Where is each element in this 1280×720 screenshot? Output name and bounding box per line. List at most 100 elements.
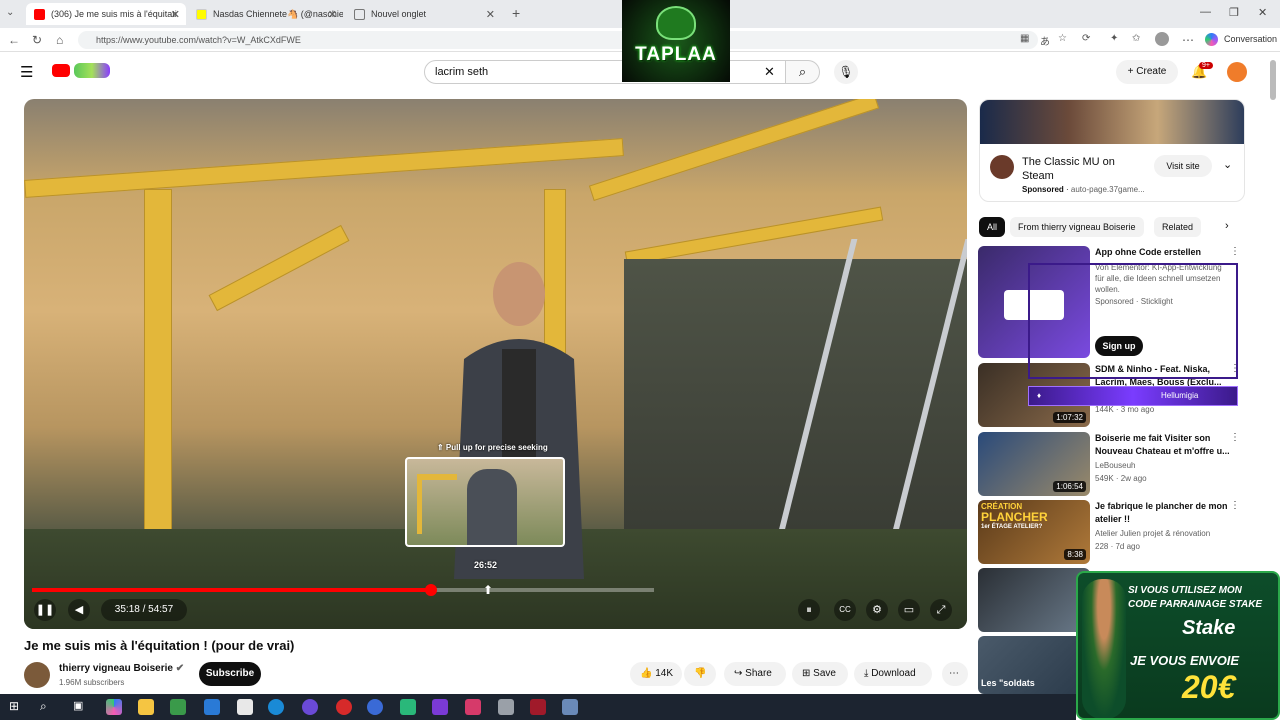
windows-start-icon[interactable]: ⊞ xyxy=(9,699,19,713)
task-view-icon[interactable]: ▣ xyxy=(73,699,83,712)
chip-from-channel[interactable]: From thierry vigneau Boiserie xyxy=(1010,217,1144,237)
chip-related[interactable]: Related xyxy=(1154,217,1202,237)
duration-badge: 8:38 xyxy=(1064,549,1086,560)
rec-title: Boiserie me fait Visiter son Nouveau Cha… xyxy=(1095,433,1230,456)
chevron-down-icon[interactable]: ⌄ xyxy=(1223,158,1232,171)
profile-icon[interactable] xyxy=(1155,32,1169,46)
roof-beam xyxy=(24,138,624,198)
seek-preview-thumbnail xyxy=(405,457,565,547)
doodle-logo-icon[interactable] xyxy=(74,63,110,78)
copilot-icon[interactable] xyxy=(1205,33,1218,46)
channel-name[interactable]: thierry vigneau Boiserie ✔ xyxy=(59,663,184,674)
save-button[interactable]: ⊞ Save xyxy=(792,662,848,686)
clear-search-icon[interactable]: ✕ xyxy=(764,64,775,80)
hamburger-menu-icon[interactable]: ☰ xyxy=(20,63,33,81)
search-input[interactable]: lacrim seth xyxy=(424,60,786,84)
download-button[interactable]: ⤓ Download xyxy=(854,662,932,686)
channel-avatar[interactable] xyxy=(24,662,50,688)
streamer-name-banner: ♦ Hellumigia xyxy=(1028,386,1238,406)
thumb-text: 1er ÉTAGE ATELIER? xyxy=(981,524,1043,530)
search-button[interactable]: ⌕ xyxy=(786,60,820,84)
more-actions-button[interactable]: ⋯ xyxy=(942,662,968,686)
autoplay-toggle[interactable]: ⏸ xyxy=(798,599,820,621)
favorite-star-icon[interactable]: ☆ xyxy=(1058,33,1067,44)
account-avatar[interactable] xyxy=(1227,62,1247,82)
theater-mode-button[interactable]: ▭ xyxy=(898,599,920,621)
share-button[interactable]: ↪ Share xyxy=(724,662,786,686)
time-display: 35:18 / 54:57 xyxy=(101,599,187,621)
app-icon[interactable] xyxy=(498,699,514,715)
more-dots-icon[interactable]: ⋮ xyxy=(1230,246,1240,257)
ad-sponsored-label: Sponsored xyxy=(1022,185,1064,194)
video-player[interactable]: ⇑ Pull up for precise seeking 26:52 ⬆ ❚❚… xyxy=(24,99,967,629)
tab-label: Nasdas Chiennete🐴 (@naschie xyxy=(213,8,343,19)
thumbs-up-icon: 👍 xyxy=(640,668,656,679)
close-tab-icon[interactable]: ✕ xyxy=(171,8,180,21)
list-item[interactable]: 1:06:54 Boiserie me fait Visiter son Nou… xyxy=(978,432,1240,496)
extension-puzzle-icon[interactable]: ✦ xyxy=(1110,33,1118,44)
camera-icon[interactable] xyxy=(562,699,578,715)
volume-button[interactable]: ◀ xyxy=(68,599,90,621)
maximize-icon[interactable]: ❐ xyxy=(1229,6,1239,19)
visit-site-button[interactable]: Visit site xyxy=(1154,155,1212,177)
favorites-icon[interactable]: ✩ xyxy=(1132,33,1140,44)
video-thumbnail xyxy=(978,568,1090,632)
progress-scrubber-handle[interactable] xyxy=(425,584,437,596)
app-icon[interactable] xyxy=(400,699,416,715)
notepad-icon[interactable] xyxy=(237,699,253,715)
extensions-icon[interactable]: ⟳ xyxy=(1082,33,1090,44)
diagonal-brace xyxy=(208,224,350,312)
more-dots-icon[interactable]: ⋮ xyxy=(1230,500,1240,511)
file-explorer-icon[interactable] xyxy=(138,699,154,715)
fullscreen-button[interactable]: ⤢ xyxy=(930,599,952,621)
like-button[interactable]: 👍 14K xyxy=(630,662,682,686)
new-tab-icon[interactable]: + xyxy=(512,5,520,21)
app-icon[interactable] xyxy=(530,699,546,715)
tab-list-icon[interactable]: ⌄ xyxy=(6,7,14,18)
app-icon[interactable] xyxy=(302,699,318,715)
volume-icon: ◀ xyxy=(74,604,84,616)
conversation-label[interactable]: Conversation xyxy=(1224,34,1277,44)
minimize-icon[interactable]: — xyxy=(1200,6,1211,18)
youtube-logo-icon[interactable] xyxy=(52,64,70,77)
browser-tab-snapchat[interactable]: Nasdas Chiennete🐴 (@naschie ✕ xyxy=(188,3,343,25)
settings-button[interactable]: ⚙ xyxy=(866,599,888,621)
ad-source: auto-page.37game... xyxy=(1070,185,1145,194)
reader-icon[interactable]: ▦ xyxy=(1020,33,1029,44)
copilot-icon[interactable] xyxy=(106,699,122,715)
edge-icon[interactable] xyxy=(268,699,284,715)
browser-tab-youtube[interactable]: (306) Je me suis mis à l'équitati ✕ xyxy=(26,3,186,25)
create-button[interactable]: + Create xyxy=(1116,60,1178,84)
dislike-button[interactable]: 👎 xyxy=(684,662,716,686)
cartoon-character xyxy=(1082,579,1126,718)
video-thumbnail: Les "soldats xyxy=(978,636,1090,694)
browser-tab-new[interactable]: Nouvel onglet ✕ xyxy=(346,3,501,25)
search-icon[interactable]: ⌕ xyxy=(40,699,47,714)
mail-icon[interactable] xyxy=(204,699,220,715)
opera-icon[interactable] xyxy=(336,699,352,715)
close-window-icon[interactable]: ✕ xyxy=(1258,6,1267,19)
page-scrollbar[interactable] xyxy=(1270,60,1276,100)
translate-icon[interactable]: あ xyxy=(1040,33,1050,48)
pause-button[interactable]: ❚❚ xyxy=(34,599,56,621)
close-tab-icon[interactable]: ✕ xyxy=(486,8,495,21)
sponsored-ad-card[interactable]: The Classic MU on Steam Sponsored · auto… xyxy=(979,99,1245,202)
chip-all[interactable]: All xyxy=(979,217,1006,237)
store-icon[interactable] xyxy=(170,699,186,715)
url-field[interactable]: https://www.youtube.com/watch?v=W_AtkCXd… xyxy=(78,31,1038,49)
subtitles-button[interactable]: CC xyxy=(834,599,856,621)
more-dots-icon[interactable]: ⋮ xyxy=(1230,432,1240,443)
theater-icon: ▭ xyxy=(903,604,915,616)
subscribe-button[interactable]: Subscribe xyxy=(199,662,261,686)
chevron-right-icon[interactable]: › xyxy=(1225,220,1229,232)
app-icon[interactable] xyxy=(465,699,481,715)
voice-search-mic-icon[interactable]: 🎙 xyxy=(834,60,858,84)
refresh-icon[interactable]: ↻ xyxy=(32,33,42,47)
back-icon[interactable]: ← xyxy=(8,33,20,47)
app-icon[interactable] xyxy=(432,699,448,715)
list-item[interactable]: CRÉATION PLANCHER 1er ÉTAGE ATELIER? 8:3… xyxy=(978,500,1240,564)
home-icon[interactable]: ⌂ xyxy=(56,33,63,47)
more-menu-icon[interactable]: ⋯ xyxy=(1182,33,1194,47)
close-tab-icon[interactable]: ✕ xyxy=(328,8,337,21)
app-icon[interactable] xyxy=(367,699,383,715)
